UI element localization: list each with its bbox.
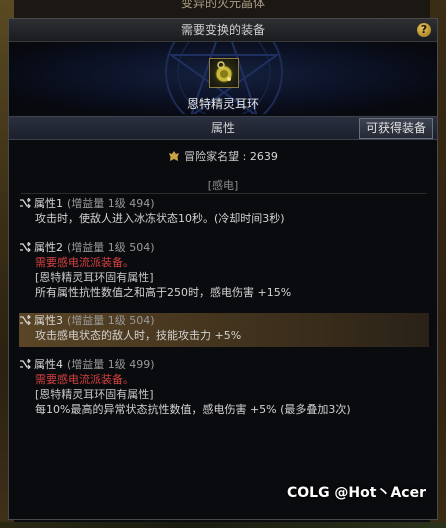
attribute-effect: 所有属性抗性数值之和高于250时，感电伤害 +15% bbox=[35, 286, 292, 299]
attribute-effect: 每10%最高的异常状态抗性数值，感电伤害 +5% (最多叠加3次) bbox=[35, 403, 351, 416]
attribute-requirement: 需要感电流派装备。 bbox=[35, 256, 134, 269]
section-divider bbox=[21, 193, 427, 194]
shuffle-icon bbox=[20, 198, 31, 208]
attribute-row-2: 属性2 (增益量 1级 504) 需要感电流派装备。 [恩特精灵耳环固有属性] 所… bbox=[19, 240, 429, 300]
shuffle-icon bbox=[20, 242, 31, 252]
attribute-meta: (增益量 1级 504) bbox=[67, 314, 155, 327]
attributes-bar: 属性 可获得装备 bbox=[9, 116, 437, 140]
tooltip-header: 需要变换的装备 ? bbox=[9, 19, 437, 42]
background-window-title: 变异的灭元晶体 bbox=[180, 0, 265, 10]
header-title: 需要变换的装备 bbox=[180, 23, 265, 37]
game-background-bottom bbox=[0, 522, 446, 528]
section-label: [感电] bbox=[207, 179, 239, 192]
adventurer-fame: 冒险家名望 : 2639 bbox=[9, 148, 437, 164]
equipment-transform-tooltip: 需要变换的装备 ? 恩特精灵耳环 属性 可获得装备 冒险家名望 : 2639 [… bbox=[8, 18, 438, 520]
attribute-name: 属性4 bbox=[34, 358, 63, 371]
fame-emblem-icon bbox=[169, 151, 180, 161]
attribute-meta: (增益量 1级 499) bbox=[67, 358, 155, 371]
attribute-meta: (增益量 1级 504) bbox=[67, 241, 155, 254]
watermark: COLG @Hot丶Acer bbox=[286, 485, 426, 501]
attribute-effect: 攻击时，使敌人进入冰冻状态10秒。(冷却时间3秒) bbox=[35, 212, 285, 225]
obtainable-equipment-button[interactable]: 可获得装备 bbox=[358, 118, 433, 139]
attribute-name: 属性3 bbox=[34, 314, 63, 327]
help-icon[interactable]: ? bbox=[417, 23, 431, 37]
attribute-source: [恩特精灵耳环固有属性] bbox=[35, 388, 154, 401]
attribute-effect: 攻击感电状态的敌人时，技能攻击力 +5% bbox=[35, 329, 242, 342]
attribute-row-4: 属性4 (增益量 1级 499) 需要感电流派装备。 [恩特精灵耳环固有属性] 每… bbox=[19, 357, 429, 417]
attribute-meta: (增益量 1级 494) bbox=[67, 197, 155, 210]
attribute-name: 属性1 bbox=[34, 197, 63, 210]
attribute-name: 属性2 bbox=[34, 241, 63, 254]
item-name: 恩特精灵耳环 bbox=[186, 97, 259, 111]
shuffle-icon bbox=[20, 315, 31, 325]
attribute-source: [恩特精灵耳环固有属性] bbox=[35, 271, 154, 284]
item-display: 恩特精灵耳环 bbox=[9, 42, 437, 114]
attribute-row-1: 属性1 (增益量 1级 494) 攻击时，使敌人进入冰冻状态10秒。(冷却时间3秒… bbox=[19, 196, 429, 226]
shuffle-icon bbox=[20, 359, 31, 369]
attribute-row-3[interactable]: 属性3 (增益量 1级 504) 攻击感电状态的敌人时，技能攻击力 +5% bbox=[19, 313, 429, 347]
fame-label: 冒险家名望 : bbox=[184, 150, 247, 163]
attribute-requirement: 需要感电流派装备。 bbox=[35, 373, 134, 386]
earring-icon[interactable] bbox=[209, 58, 239, 88]
fame-value: 2639 bbox=[249, 150, 278, 163]
